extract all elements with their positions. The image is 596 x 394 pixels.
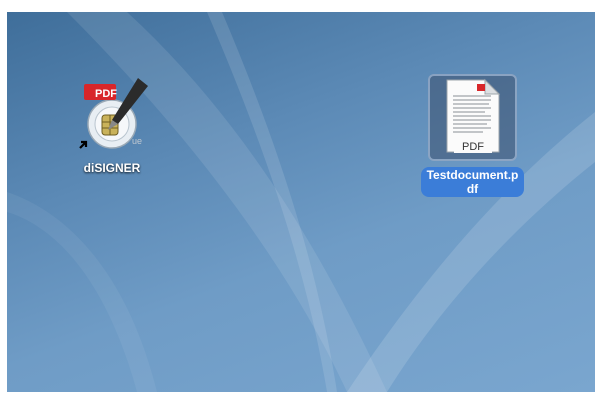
label-line-1: Testdocument.p [426, 168, 519, 182]
svg-text:ue: ue [132, 136, 142, 146]
desktop-icon-testdocument[interactable]: PDF Testdocument.p df [405, 78, 540, 198]
alias-arrow-icon [79, 140, 88, 149]
wallpaper-swoosh [7, 12, 595, 392]
desktop[interactable]: ue PDF diSIGNER PDF Testdocument.p df [7, 12, 595, 392]
pdf-badge: PDF [454, 141, 492, 153]
label-line-2: df [466, 182, 479, 196]
pdf-badge: PDF [95, 88, 117, 100]
desktop-icon-disigner[interactable]: ue PDF diSIGNER [67, 74, 157, 177]
desktop-icon-label: diSIGNER [83, 161, 141, 175]
desktop-icon-label: Testdocument.p df [420, 167, 525, 197]
